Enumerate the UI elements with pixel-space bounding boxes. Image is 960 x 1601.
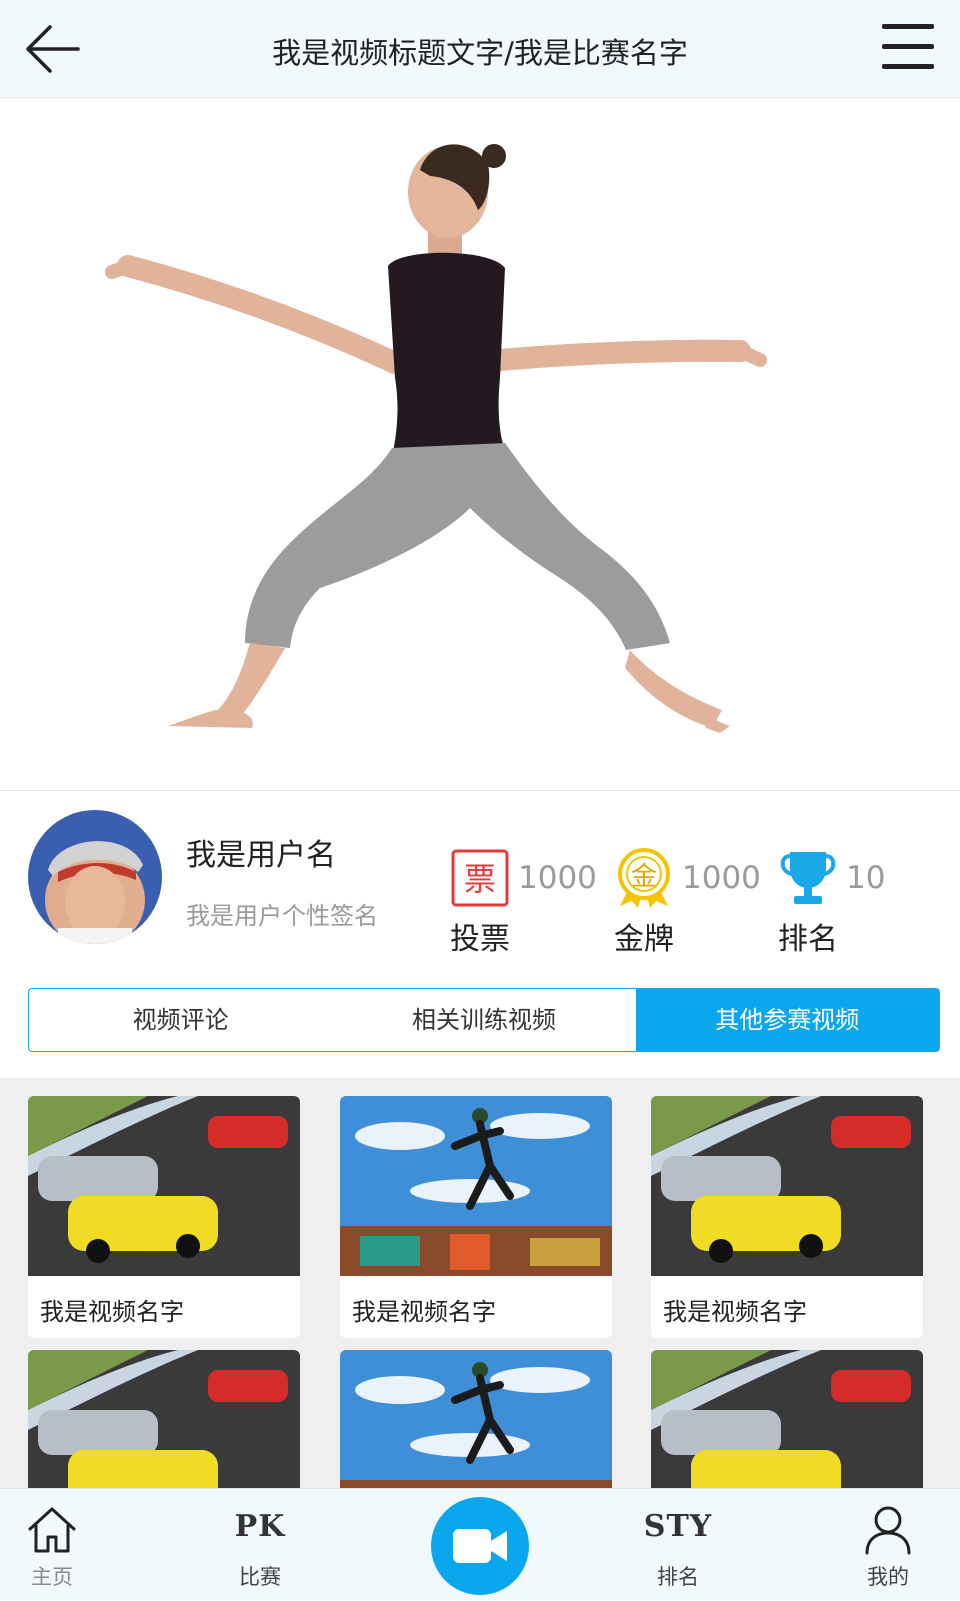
nav-pk-label: 比赛 xyxy=(239,1565,281,1589)
video-title: 我是视频名字 xyxy=(663,1298,807,1326)
votes-count: 1000 xyxy=(518,860,597,896)
gold-label: 金牌 xyxy=(614,922,674,957)
record-video-button[interactable] xyxy=(431,1497,529,1595)
trophy-icon xyxy=(778,848,838,908)
menu-button[interactable] xyxy=(880,18,938,76)
home-icon xyxy=(28,1507,76,1553)
svg-text:金: 金 xyxy=(631,862,657,892)
video-player[interactable] xyxy=(0,98,960,791)
tab-other-entries[interactable]: 其他参赛视频 xyxy=(635,989,939,1051)
votes-label: 投票 xyxy=(450,922,510,957)
bottom-nav: 主页 PK 比赛 STY 排名 我的 xyxy=(0,1488,960,1600)
video-card[interactable]: 我是视频名字 xyxy=(28,1096,300,1338)
tab-related-training[interactable]: 相关训练视频 xyxy=(332,989,635,1051)
hamburger-menu-icon xyxy=(882,24,934,69)
ticket-icon: 票 xyxy=(450,848,510,908)
pk-text-icon: PK xyxy=(234,1509,286,1544)
street-dancer-thumbnail xyxy=(340,1096,612,1276)
racing-cars-thumbnail xyxy=(28,1350,300,1488)
gold-count: 1000 xyxy=(682,860,761,896)
rank-value: 10 xyxy=(846,860,886,896)
video-card[interactable] xyxy=(340,1350,612,1488)
yoga-pose-image xyxy=(105,144,767,733)
sty-text-icon: STY xyxy=(643,1509,713,1544)
racing-cars-thumbnail xyxy=(28,1096,300,1276)
page-title: 我是视频标题文字/我是比赛名字 xyxy=(272,36,688,70)
video-grid: 我是视频名字 我是视频名字 我是视频名字 xyxy=(0,1078,960,1488)
video-title: 我是视频名字 xyxy=(40,1298,184,1326)
svg-text:票: 票 xyxy=(464,860,496,898)
video-card[interactable]: 我是视频名字 xyxy=(651,1096,923,1338)
video-card[interactable] xyxy=(651,1350,923,1488)
nav-pk[interactable]: PK 比赛 xyxy=(190,1489,330,1601)
video-card[interactable] xyxy=(28,1350,300,1488)
racing-cars-thumbnail xyxy=(651,1096,923,1276)
nav-sty[interactable]: STY 排名 xyxy=(608,1489,748,1601)
video-title: 我是视频名字 xyxy=(352,1298,496,1326)
nav-home[interactable]: 主页 xyxy=(0,1489,122,1601)
user-avatar-image xyxy=(28,810,162,944)
user-icon xyxy=(865,1506,911,1555)
nav-sty-label: 排名 xyxy=(657,1565,699,1589)
user-profile-section: 我是用户名 我是用户个性签名 票 1000 投票 金 1000 金牌 10 排名 xyxy=(0,792,960,972)
username: 我是用户名 xyxy=(186,838,336,873)
content-tabs: 视频评论 相关训练视频 其他参赛视频 xyxy=(28,988,940,1052)
street-dancer-thumbnail xyxy=(340,1350,612,1488)
top-bar: 我是视频标题文字/我是比赛名字 xyxy=(0,0,960,98)
rank-label: 排名 xyxy=(778,922,838,957)
gold-medal-icon: 金 xyxy=(614,848,674,908)
arrow-left-icon xyxy=(26,25,80,73)
tab-video-comments[interactable]: 视频评论 xyxy=(29,989,332,1051)
racing-cars-thumbnail xyxy=(651,1350,923,1488)
back-button[interactable] xyxy=(22,20,82,78)
nav-mine-label: 我的 xyxy=(867,1565,909,1589)
nav-mine[interactable]: 我的 xyxy=(818,1489,958,1601)
user-signature: 我是用户个性签名 xyxy=(186,902,378,930)
nav-home-label: 主页 xyxy=(31,1565,73,1589)
video-camera-icon xyxy=(453,1529,507,1563)
video-card[interactable]: 我是视频名字 xyxy=(340,1096,612,1338)
avatar[interactable] xyxy=(28,810,162,944)
